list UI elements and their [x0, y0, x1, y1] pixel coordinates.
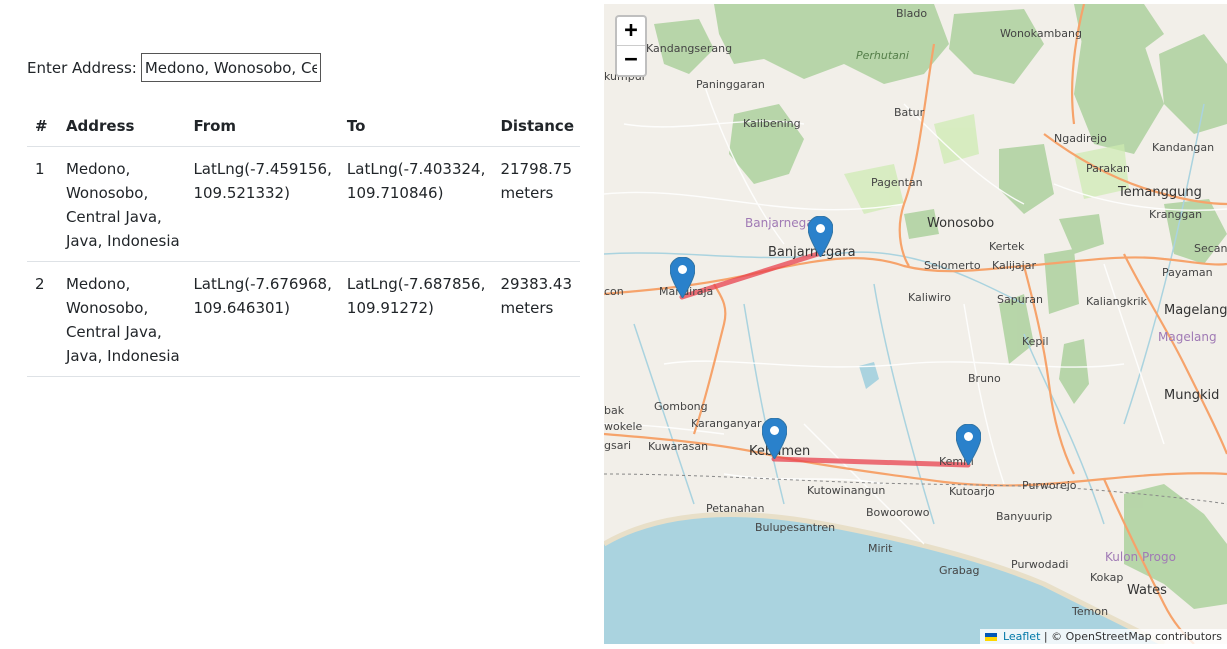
map-label: gsari	[604, 439, 632, 452]
table-header-row: # Address From To Distance	[27, 111, 580, 147]
map-label: Kulon Progo	[1105, 550, 1176, 564]
map-label: Selomerto	[924, 259, 981, 272]
zoom-in-button[interactable]: +	[617, 17, 645, 46]
map-label: Wates	[1127, 583, 1167, 598]
map-label: Wonokambang	[1000, 27, 1082, 40]
attribution-text: | © OpenStreetMap contributors	[1043, 630, 1222, 643]
row-address: Medono, Wonosobo, Central Java, Java, In…	[59, 146, 188, 262]
map-label: Secang	[1194, 242, 1227, 255]
map-label: Kutoarjo	[949, 485, 995, 498]
map-label: Karanganyar	[691, 417, 762, 430]
header-distance: Distance	[494, 111, 580, 147]
address-form: Enter Address:	[27, 53, 321, 82]
map-label: Kutowinangun	[807, 484, 886, 497]
header-number: #	[27, 111, 60, 147]
map-label: Kaliangkrik	[1086, 295, 1147, 308]
row-distance: 29383.43 meters	[494, 261, 580, 377]
map-label: Purwodadi	[1011, 558, 1069, 571]
map-label: Kuwarasan	[648, 440, 709, 453]
map-label: Kandangserang	[646, 42, 733, 55]
map-marker-icon[interactable]	[762, 418, 787, 459]
map-label: Magelang	[1158, 330, 1217, 344]
map-label: Blado	[896, 7, 928, 20]
row-to: LatLng(-7.403324, 109.710846)	[340, 146, 495, 262]
ukraine-flag-icon	[985, 633, 998, 641]
table-row: 1 Medono, Wonosobo, Central Java, Java, …	[27, 146, 580, 262]
map-label: Bruno	[968, 372, 1001, 385]
map-label: wokele	[604, 420, 643, 433]
map-label: Purworejo	[1022, 479, 1077, 492]
map-label: Mungkid	[1164, 388, 1220, 403]
map-tiles[interactable]	[604, 4, 1227, 644]
map-marker-icon[interactable]	[670, 257, 695, 298]
map-label: Kertek	[989, 240, 1025, 253]
zoom-control: + −	[615, 15, 647, 77]
header-from: From	[187, 111, 341, 147]
map-label: Ngadirejo	[1054, 132, 1107, 145]
map-label: Kepil	[1022, 335, 1049, 348]
map-label: Magelang	[1164, 303, 1227, 318]
distance-table: # Address From To Distance 1 Medono, Won…	[27, 111, 580, 377]
map-label: Wonosobo	[927, 216, 995, 231]
map-label: Bulupesantren	[755, 521, 836, 534]
route-lines	[679, 250, 971, 468]
map-label: Temanggung	[1118, 185, 1202, 200]
row-distance: 21798.75 meters	[494, 146, 580, 262]
map-label: Kokap	[1090, 571, 1124, 584]
map-label: Kranggan	[1149, 208, 1203, 221]
map-label: Paninggaran	[696, 78, 765, 91]
map-label: Bowoorowo	[866, 506, 930, 519]
map-label: Mirit	[868, 542, 893, 555]
header-address: Address	[59, 111, 188, 147]
map-label: Kaliwiro	[908, 291, 951, 304]
address-label: Enter Address:	[27, 58, 137, 77]
leaflet-link[interactable]: Leaflet	[1003, 630, 1040, 643]
header-to: To	[340, 111, 495, 147]
map-attribution: Leaflet | © OpenStreetMap contributors	[980, 629, 1227, 644]
row-from: LatLng(-7.459156, 109.521332)	[187, 146, 341, 262]
row-address: Medono, Wonosobo, Central Java, Java, In…	[59, 261, 188, 377]
map[interactable]: Blado Wonokambang Kandangserang Perhutan…	[604, 4, 1227, 644]
map-label: Petanahan	[706, 502, 765, 515]
map-label: con	[604, 285, 624, 298]
map-label: Grabag	[939, 564, 980, 577]
map-marker-icon[interactable]	[956, 424, 981, 465]
map-marker-icon[interactable]	[808, 216, 833, 257]
map-label: Gombong	[654, 400, 708, 413]
zoom-out-button[interactable]: −	[617, 46, 645, 75]
map-label: Pagentan	[871, 176, 923, 189]
row-from: LatLng(-7.676968, 109.646301)	[187, 261, 341, 377]
row-to: LatLng(-7.687856, 109.91272)	[340, 261, 495, 377]
map-label: Batur	[894, 106, 925, 119]
map-label: Parakan	[1086, 162, 1131, 175]
map-label: Banyuurip	[996, 510, 1053, 523]
map-label: Sapuran	[997, 293, 1043, 306]
map-label: Kandangan	[1152, 141, 1215, 154]
row-number: 2	[27, 261, 60, 377]
map-label: Perhutani	[856, 49, 909, 62]
map-label: Temon	[1072, 605, 1109, 618]
map-label: Kalibening	[743, 117, 801, 130]
address-input[interactable]	[140, 53, 321, 82]
map-label: bak	[604, 404, 625, 417]
table-row: 2 Medono, Wonosobo, Central Java, Java, …	[27, 261, 580, 377]
map-label: Kalijajar	[992, 259, 1036, 272]
row-number: 1	[27, 146, 60, 262]
map-label: Payaman	[1162, 266, 1213, 279]
